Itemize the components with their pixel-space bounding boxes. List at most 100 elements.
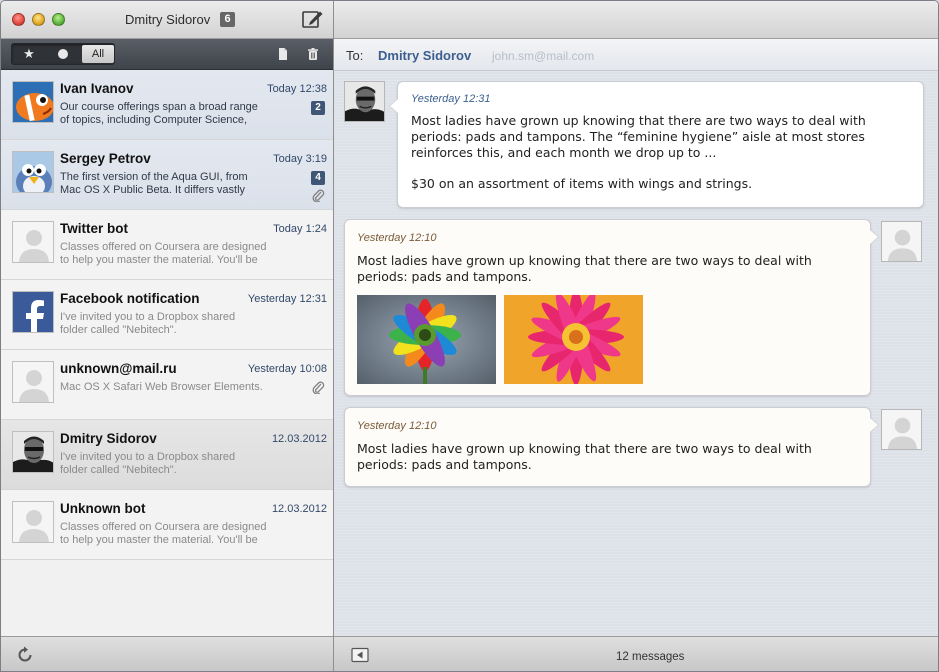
filter-segmented-control: ★ All (11, 43, 115, 65)
conversation-date: 12.03.2012 (271, 433, 327, 445)
preview-line: I've invited you to a Dropbox shared (60, 311, 236, 323)
message-bubble-outgoing: Yesterday 12:10 Most ladies have grown u… (344, 219, 879, 396)
unread-count-badge: 2 (311, 101, 325, 115)
compose-button[interactable] (301, 9, 324, 30)
zoom-window-button[interactable] (52, 13, 65, 26)
preview-line: Our course offerings span a broad range (60, 101, 258, 113)
conversation-date: Today 12:38 (267, 83, 327, 95)
bubble-tail (870, 229, 879, 245)
default-avatar (881, 409, 922, 450)
conversation-list: Ivan Ivanov Today 12:38 Our course offer… (1, 70, 333, 636)
default-avatar (12, 361, 54, 403)
title-bar: Dmitry Sidorov 6 (1, 1, 938, 39)
filter-unread-button[interactable] (46, 44, 80, 64)
compose-icon (302, 11, 323, 28)
conversation-item[interactable]: Ivan Ivanov Today 12:38 Our course offer… (1, 70, 333, 140)
panel-divider[interactable] (333, 1, 334, 671)
conversation-date: 12.03.2012 (271, 503, 327, 515)
filter-all-button[interactable]: All (82, 45, 114, 63)
conversation-sender: unknown@mail.ru (60, 361, 177, 376)
unread-count-badge: 4 (311, 171, 325, 185)
recipient-bar: To: Dmitry Sidorov john.sm@mail.com (334, 39, 938, 71)
message-time: Yesterday 12:10 (357, 232, 437, 244)
refresh-button[interactable] (15, 645, 35, 665)
conversation-item[interactable]: Dmitry Sidorov 12.03.2012 I've invited y… (1, 420, 333, 490)
conversation-preview: Classes offered on Coursera are designed… (60, 521, 294, 547)
default-avatar (12, 221, 54, 263)
message-line: periods: pads and tampons. (357, 269, 532, 284)
preview-line: folder called "Nebitech". (60, 324, 177, 336)
man-sunglasses-avatar (12, 431, 54, 473)
message-text: Most ladies have grown up knowing that t… (357, 441, 812, 473)
paperclip-icon (312, 189, 325, 202)
message-line (411, 161, 866, 176)
close-window-button[interactable] (12, 13, 25, 26)
paperclip-icon (312, 381, 325, 394)
conversation-preview: I've invited you to a Dropbox shared fol… (60, 311, 294, 337)
pink-orange-flower-photo[interactable] (504, 295, 643, 384)
message-time: Yesterday 12:10 (357, 420, 437, 432)
conversation-item[interactable]: Twitter bot Today 1:24 Classes offered o… (1, 210, 333, 280)
document-icon (279, 48, 287, 60)
facebook-avatar (12, 291, 54, 333)
bubble-tail (389, 98, 398, 114)
message-line: periods: pads and tampons. The “feminine… (411, 129, 865, 144)
bottom-bar: 12 messages (1, 636, 938, 671)
bubble-tail (870, 417, 879, 433)
message-bubble-outgoing: Yesterday 12:10 Most ladies have grown u… (344, 407, 879, 487)
app-window: Dmitry Sidorov 6 ★ All Ivan Ivanov Today… (0, 0, 939, 672)
preview-line: Classes offered on Coursera are designed (60, 241, 267, 253)
message-bubble-incoming: Yesterday 12:31 Most ladies have grown u… (389, 81, 924, 208)
message-line: reinforces this, and each month we drop … (411, 145, 717, 160)
penguin-avatar (12, 151, 54, 193)
recipient-email[interactable]: john.sm@mail.com (492, 49, 594, 63)
preview-line: folder called "Nebitech". (60, 464, 177, 476)
conversation-date: Yesterday 10:08 (247, 363, 327, 375)
conversation-preview: The first version of the Aqua GUI, from … (60, 171, 294, 197)
message-text: Most ladies have grown up knowing that t… (411, 113, 866, 192)
conversation-sender: Sergey Petrov (60, 151, 151, 166)
message-line: periods: pads and tampons. (357, 457, 532, 472)
message-line: Most ladies have grown up knowing that t… (411, 113, 866, 128)
conversation-preview: I've invited you to a Dropbox shared fol… (60, 451, 294, 477)
rainbow-gerbera-photo[interactable] (357, 295, 496, 384)
refresh-icon (18, 646, 32, 662)
conversation-item[interactable]: unknown@mail.ru Yesterday 10:08 Mac OS X… (1, 350, 333, 420)
panel-left-icon (351, 647, 369, 663)
clownfish-avatar (12, 81, 54, 123)
conversation-sender: Facebook notification (60, 291, 200, 306)
conversation-date: Today 1:24 (273, 223, 327, 235)
document-button[interactable] (276, 47, 290, 61)
conversation-item[interactable]: Facebook notification Yesterday 12:31 I'… (1, 280, 333, 350)
recipient-name[interactable]: Dmitry Sidorov (378, 48, 471, 63)
minimize-window-button[interactable] (32, 13, 45, 26)
conversation-sender: Ivan Ivanov (60, 81, 134, 96)
conversation-date: Yesterday 12:31 (247, 293, 327, 305)
message-count: 12 messages (616, 651, 685, 663)
conversation-sender: Dmitry Sidorov (60, 431, 157, 446)
conversation-preview: Our course offerings span a broad range … (60, 101, 294, 127)
delete-button[interactable] (306, 47, 320, 61)
message-time: Yesterday 12:31 (411, 93, 491, 105)
preview-line: to help you master the material. You'll … (60, 534, 258, 546)
conversation-item[interactable]: Sergey Petrov Today 3:19 The first versi… (1, 140, 333, 210)
message-thread: Yesterday 12:31 Most ladies have grown u… (334, 71, 938, 636)
star-icon: ★ (23, 46, 35, 61)
conversation-preview: Mac OS X Safari Web Browser Elements. (60, 381, 294, 394)
message-line: Most ladies have grown up knowing that t… (357, 253, 812, 268)
preview-line: Mac OS X Public Beta. It differs vastly (60, 184, 246, 196)
preview-line: Mac OS X Safari Web Browser Elements. (60, 381, 263, 393)
to-label: To: (346, 48, 364, 63)
conversation-sender: Unknown bot (60, 501, 146, 516)
trash-icon (308, 48, 318, 60)
message-line: $30 on an assortment of items with wings… (411, 176, 753, 191)
filter-toolbar: ★ All (1, 39, 333, 70)
conversation-sender: Twitter bot (60, 221, 128, 236)
conversation-item[interactable]: Unknown bot 12.03.2012 Classes offered o… (1, 490, 333, 560)
message-line: Most ladies have grown up knowing that t… (357, 441, 812, 456)
preview-line: Classes offered on Coursera are designed (60, 521, 267, 533)
collapse-panel-button[interactable] (351, 647, 369, 663)
filter-starred-button[interactable]: ★ (12, 44, 46, 64)
window-title: Dmitry Sidorov (125, 12, 211, 27)
conversation-date: Today 3:19 (273, 153, 327, 165)
